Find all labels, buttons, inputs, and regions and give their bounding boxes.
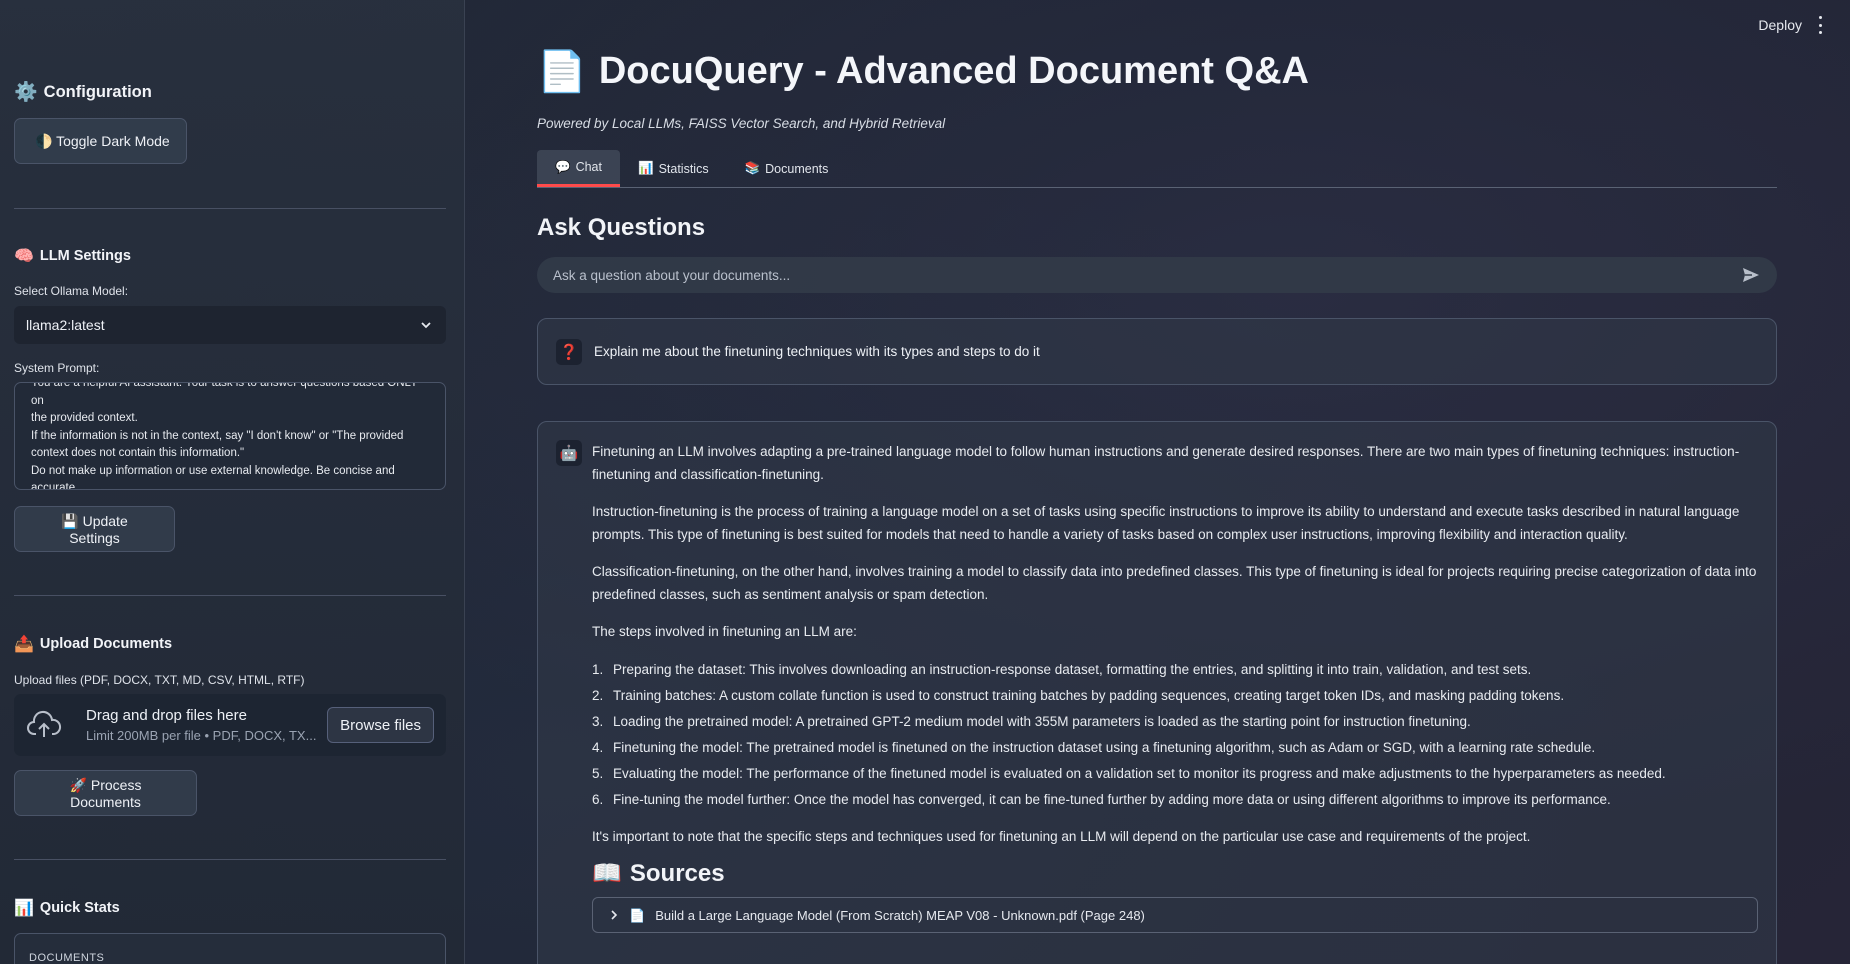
sidebar: ⚙️ Configuration 🌓 Toggle Dark Mode 🧠 LL… xyxy=(0,0,465,964)
upload-files-label: Upload files (PDF, DOCX, TXT, MD, CSV, H… xyxy=(14,673,305,687)
prompt-line: You are a helpful AI assistant. Your tas… xyxy=(31,382,418,407)
speech-bubble-icon: 💬 xyxy=(555,159,571,174)
document-icon: 📄 xyxy=(629,907,646,923)
tab-documents[interactable]: 📚 Documents xyxy=(727,150,847,187)
chevron-right-icon xyxy=(611,910,618,920)
send-icon[interactable] xyxy=(1741,265,1761,285)
steps-list: 1. Preparing the dataset: This involves d… xyxy=(592,657,1758,813)
prompt-line: accurate. xyxy=(31,482,79,490)
open-book-icon: 📖 xyxy=(592,860,622,887)
documents-stat-card: DOCUMENTS xyxy=(14,933,446,964)
prompt-line: context does not contain this informatio… xyxy=(31,447,245,459)
list-item: 4. Finetuning the model: The pretrained m… xyxy=(592,740,1596,755)
model-select-value: llama2:latest xyxy=(26,317,105,333)
llm-settings-heading: 🧠 LLM Settings xyxy=(14,248,131,265)
toggle-dark-mode-button[interactable]: 🌓 Toggle Dark Mode xyxy=(14,118,187,164)
answer-paragraph: Classification-finetuning, on the other … xyxy=(592,564,1757,602)
source-expander[interactable]: 📄 Build a Large Language Model (From Scr… xyxy=(592,897,1758,933)
tab-chat[interactable]: 💬 Chat xyxy=(537,150,620,187)
browse-files-button[interactable]: Browse files xyxy=(327,707,434,743)
robot-icon: 🤖 xyxy=(556,440,582,466)
quick-stats-heading: 📊 Quick Stats xyxy=(14,900,120,917)
user-message-text: Explain me about the finetuning techniqu… xyxy=(594,344,1040,359)
dropzone-limit: Limit 200MB per file • PDF, DOCX, TX... xyxy=(86,728,317,743)
documents-stat-label: DOCUMENTS xyxy=(29,952,105,964)
file-dropzone[interactable]: Drag and drop files here Limit 200MB per… xyxy=(14,694,446,756)
brain-icon: 🧠 xyxy=(14,248,34,265)
system-prompt-label: System Prompt: xyxy=(14,361,100,375)
answer-paragraph: Instruction-finetuning is the process of… xyxy=(592,504,1740,542)
page-title: 📄 DocuQuery - Advanced Document Q&A xyxy=(537,50,1309,94)
user-message: ❓ Explain me about the finetuning techni… xyxy=(537,318,1777,385)
tab-bar: 💬 Chat 📊 Statistics 📚 Documents xyxy=(537,150,1777,188)
page-subtitle: Powered by Local LLMs, FAISS Vector Sear… xyxy=(537,116,946,131)
list-item: 6. Fine-tuning the model further: Once th… xyxy=(592,792,1611,807)
dropzone-title: Drag and drop files here xyxy=(86,707,247,724)
bar-chart-icon: 📊 xyxy=(14,900,34,917)
sidebar-divider xyxy=(14,859,446,860)
prompt-line: If the information is not in the context… xyxy=(31,429,404,442)
list-item: 5. Evaluating the model: The performance … xyxy=(592,766,1666,781)
process-documents-button[interactable]: 🚀 Process Documents xyxy=(14,770,197,816)
list-item: 1. Preparing the dataset: This involves d… xyxy=(592,662,1532,677)
deploy-button[interactable]: Deploy xyxy=(1758,17,1802,33)
system-prompt-textarea[interactable]: You are a helpful AI assistant. Your tas… xyxy=(14,382,446,490)
sources-heading: 📖 Sources xyxy=(592,860,725,887)
more-options-icon[interactable] xyxy=(1816,16,1824,34)
outbox-icon: 📤 xyxy=(14,636,34,653)
sidebar-divider xyxy=(14,595,446,596)
model-select-label: Select Ollama Model: xyxy=(14,284,129,298)
answer-paragraph: Finetuning an LLM involves adapting a pr… xyxy=(592,444,1740,482)
gear-icon: ⚙️ xyxy=(14,82,38,103)
question-mark-icon: ❓ xyxy=(556,338,582,365)
bar-chart-icon: 📊 xyxy=(637,161,654,175)
upload-documents-heading: 📤 Upload Documents xyxy=(14,636,173,653)
configuration-heading: ⚙️ Configuration xyxy=(14,82,152,103)
chevron-down-icon xyxy=(421,322,431,329)
sidebar-divider xyxy=(14,208,446,209)
books-icon: 📚 xyxy=(744,161,761,175)
list-item: 2. Training batches: A custom collate fun… xyxy=(592,688,1565,703)
prompt-line: Do not make up information or use extern… xyxy=(31,464,395,477)
update-settings-button[interactable]: 💾 Update Settings xyxy=(14,506,175,552)
cloud-upload-icon xyxy=(27,711,62,737)
answer-closing: It's important to note that the specific… xyxy=(592,829,1531,844)
assistant-message: 🤖 Finetuning an LLM involves adapting a … xyxy=(537,421,1777,964)
document-icon: 📄 xyxy=(537,50,587,94)
tab-statistics[interactable]: 📊 Statistics xyxy=(620,150,727,187)
source-title: Build a Large Language Model (From Scrat… xyxy=(655,907,1145,923)
chat-input[interactable] xyxy=(553,267,1741,283)
ask-questions-heading: Ask Questions xyxy=(537,214,706,241)
list-item: 3. Loading the pretrained model: A pretra… xyxy=(592,714,1471,729)
prompt-line: the provided context. xyxy=(31,412,138,424)
answer-paragraph: The steps involved in finetuning an LLM … xyxy=(592,624,857,639)
model-select[interactable]: llama2:latest xyxy=(14,306,446,344)
chat-input-bar xyxy=(537,257,1777,293)
